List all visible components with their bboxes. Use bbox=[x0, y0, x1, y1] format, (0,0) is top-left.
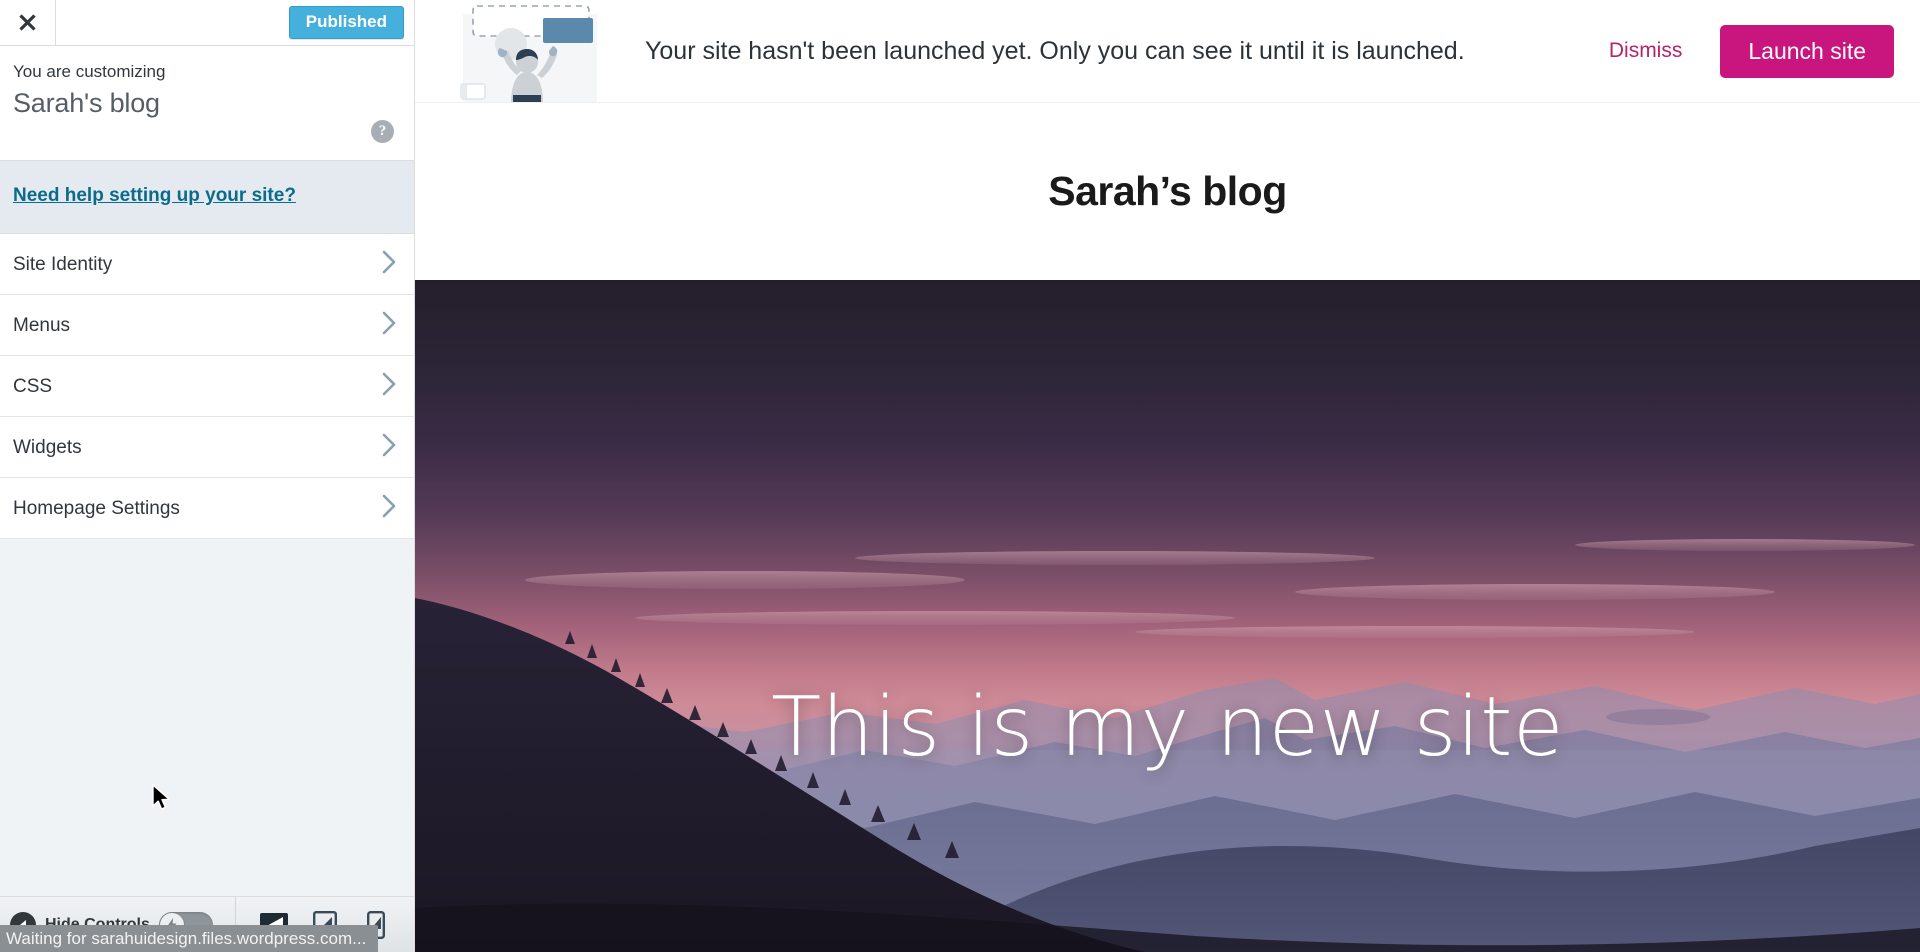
need-help-link[interactable]: Need help setting up your site? bbox=[13, 185, 296, 206]
browser-status-bar: Waiting for sarahuidesign.files.wordpres… bbox=[0, 925, 379, 952]
customizer-header-bar: Published bbox=[0, 0, 414, 46]
chevron-right-icon bbox=[381, 371, 398, 402]
person-placing-block-illustration bbox=[455, 0, 605, 102]
sidebar-item-site-identity[interactable]: Site Identity bbox=[0, 234, 414, 295]
chevron-right-icon bbox=[381, 310, 398, 341]
sidebar-item-css[interactable]: CSS bbox=[0, 356, 414, 417]
chevron-right-icon bbox=[381, 493, 398, 524]
launch-notice-message: Your site hasn't been launched yet. Only… bbox=[645, 36, 1465, 65]
sidebar-item-widgets[interactable]: Widgets bbox=[0, 417, 414, 478]
close-customizer-button[interactable] bbox=[0, 0, 56, 45]
customizer-title-block: You are customizing Sarah's blog ? bbox=[0, 46, 414, 161]
section-label: Site Identity bbox=[13, 253, 113, 275]
customizer-screen: Your site hasn't been launched yet. Only… bbox=[0, 0, 1920, 952]
help-banner: Need help setting up your site? bbox=[0, 161, 414, 234]
chevron-right-icon bbox=[381, 249, 398, 280]
hero-caption: This is my new site bbox=[771, 680, 1564, 775]
header-spacer bbox=[56, 0, 289, 45]
close-icon bbox=[17, 12, 38, 33]
section-label: Homepage Settings bbox=[13, 497, 180, 519]
customizing-label: You are customizing bbox=[13, 62, 166, 81]
section-label: CSS bbox=[13, 375, 53, 397]
preview-site-header: Sarah’s blog bbox=[415, 103, 1920, 280]
customizer-section-list: Site Identity Menus CSS Widgets Homepage… bbox=[0, 234, 414, 539]
hero-mountain-landscape bbox=[415, 539, 1920, 952]
dismiss-link[interactable]: Dismiss bbox=[1609, 39, 1683, 63]
sidebar-item-menus[interactable]: Menus bbox=[0, 295, 414, 356]
launch-notice-bar: Your site hasn't been launched yet. Only… bbox=[415, 0, 1920, 103]
customizer-sidebar: Published You are customizing Sarah's bl… bbox=[0, 0, 415, 952]
sidebar-item-homepage-settings[interactable]: Homepage Settings bbox=[0, 478, 414, 539]
launch-site-button[interactable]: Launch site bbox=[1720, 24, 1894, 78]
sidebar-empty-area bbox=[0, 580, 414, 896]
help-icon[interactable]: ? bbox=[371, 120, 394, 143]
customizing-site-name: Sarah's blog bbox=[13, 87, 160, 118]
publish-button-wrap: Published bbox=[288, 0, 414, 45]
section-label: Menus bbox=[13, 314, 71, 336]
section-label: Widgets bbox=[13, 436, 82, 458]
chevron-right-icon bbox=[381, 432, 398, 463]
published-button[interactable]: Published bbox=[288, 5, 404, 40]
hero-banner: This is my new site bbox=[415, 280, 1920, 952]
site-preview-frame: Your site hasn't been launched yet. Only… bbox=[415, 0, 1920, 952]
preview-site-title: Sarah’s blog bbox=[1048, 168, 1287, 214]
